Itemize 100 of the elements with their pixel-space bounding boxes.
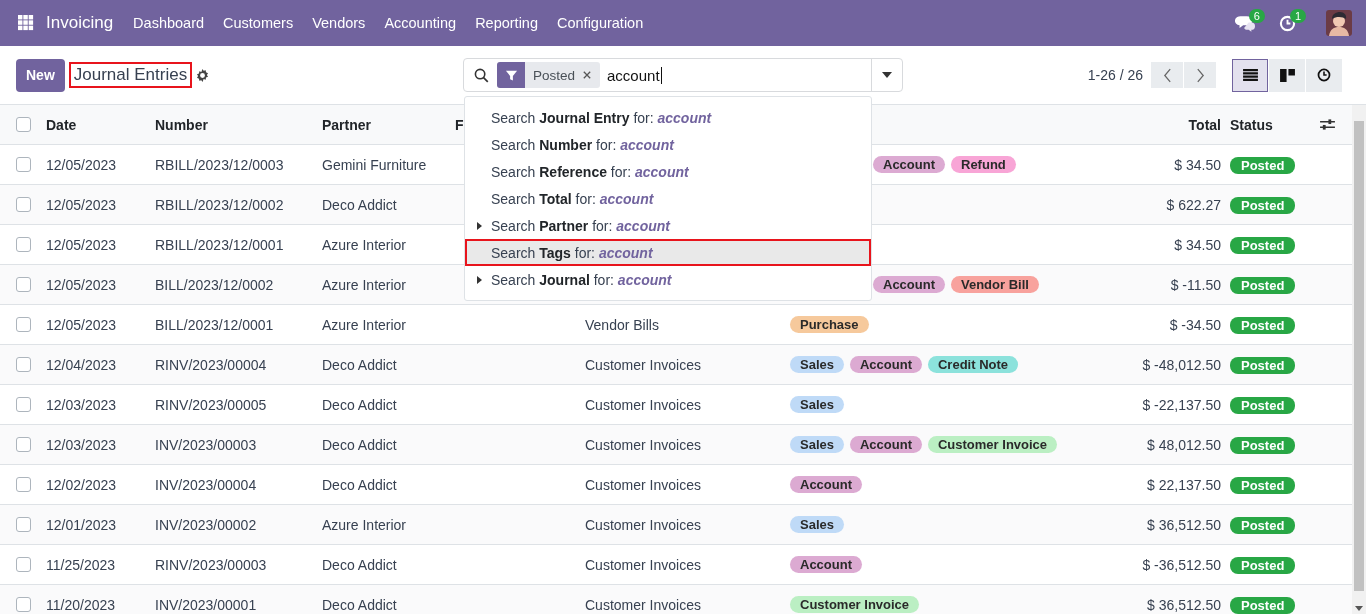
table-cell-text: RINV/2023/00004 <box>155 356 268 373</box>
app-grid-icon[interactable] <box>18 15 34 31</box>
kanban-icon <box>1279 68 1295 82</box>
app-name[interactable]: Invoicing <box>46 13 114 33</box>
status-badge: Posted <box>1230 276 1296 294</box>
table-cell-text: $ -11.50 <box>1169 276 1221 293</box>
table-cell-text: Gemini Furniture <box>322 156 428 173</box>
select-all-checkbox[interactable] <box>15 117 31 132</box>
tag: Customer Invoice <box>928 436 1058 453</box>
expand-icon[interactable] <box>476 275 482 284</box>
search-option[interactable]: Search Journal Entry for: account <box>465 104 871 131</box>
previous-button[interactable] <box>1151 62 1183 88</box>
view-button[interactable] <box>1232 58 1268 92</box>
clock-icon[interactable] <box>1278 14 1296 32</box>
row-checkbox[interactable] <box>15 277 31 292</box>
tag: Account <box>790 556 862 573</box>
search-option[interactable]: Search Number for: account <box>465 131 871 158</box>
row-checkbox[interactable] <box>15 357 31 372</box>
menu-item[interactable]: Vendors <box>312 15 366 31</box>
row-checkbox[interactable] <box>15 237 31 252</box>
table-cell-text: $ -22,137.50 <box>1141 396 1221 413</box>
tag: Account <box>873 156 945 173</box>
row-checkbox[interactable] <box>15 437 31 452</box>
table-cell-text: Azure Interior <box>322 516 408 533</box>
clock-icon <box>1317 68 1331 82</box>
tag: Sales <box>790 356 844 373</box>
status-badge: Posted <box>1230 356 1296 374</box>
scrollbar[interactable] <box>1352 105 1366 614</box>
status-badge: Posted <box>1230 196 1296 214</box>
table-cell-text: Customer Invoices <box>585 436 702 453</box>
table-cell-text: INV/2023/00001 <box>155 596 258 613</box>
chat-icon[interactable] <box>1234 14 1255 32</box>
row-checkbox[interactable] <box>15 157 31 172</box>
sliders-icon[interactable] <box>1320 118 1335 131</box>
status-badge: Posted <box>1230 236 1296 254</box>
status-badge: Posted <box>1230 436 1296 454</box>
facet-label: Posted <box>532 67 577 83</box>
new-button[interactable]: New <box>16 58 65 92</box>
settings-icon[interactable] <box>196 68 210 82</box>
row-checkbox[interactable] <box>15 317 31 332</box>
row-checkbox[interactable] <box>15 197 31 212</box>
search-option[interactable]: Search Partner for: account <box>465 212 871 239</box>
table-cell-text: INV/2023/00002 <box>155 516 258 533</box>
search-field[interactable]: Posted account <box>463 58 903 92</box>
table-cell-text: 12/05/2023 <box>46 276 118 293</box>
table-cell-text: RBILL/2023/12/0002 <box>155 196 285 213</box>
table-cell-text: Deco Addict <box>322 396 398 413</box>
search-option[interactable]: Search Journal for: account <box>465 266 871 293</box>
view-button[interactable] <box>1269 58 1305 92</box>
search-option[interactable]: Search Reference for: account <box>465 158 871 185</box>
status-badge: Posted <box>1230 596 1296 614</box>
table-cell-text: $ 48,012.50 <box>1146 436 1221 453</box>
next-button[interactable] <box>1184 62 1216 88</box>
column-header[interactable]: Status <box>1221 116 1320 133</box>
row-checkbox[interactable] <box>15 597 31 612</box>
search-option[interactable]: Search Total for: account <box>465 185 871 212</box>
table-cell-text: $ -36,512.50 <box>1141 556 1221 573</box>
tag: Account <box>790 476 862 493</box>
menu-item[interactable]: Customers <box>223 15 294 31</box>
tag: Sales <box>790 516 844 533</box>
table-cell-text: $ -48,012.50 <box>1141 356 1221 373</box>
row-checkbox[interactable] <box>15 517 31 532</box>
tag: Sales <box>790 436 844 453</box>
view-button[interactable] <box>1306 58 1342 92</box>
expand-icon[interactable] <box>476 221 482 230</box>
column-header[interactable]: Total <box>1100 116 1221 133</box>
table-cell-text: Deco Addict <box>322 476 398 493</box>
table-cell-text: Vendor Bills <box>585 316 660 333</box>
table-cell-text: Deco Addict <box>322 596 398 613</box>
tag: Vendor Bill <box>951 276 1039 293</box>
table-cell-text: $ 36,512.50 <box>1146 516 1221 533</box>
filter-facet[interactable]: Posted <box>497 62 601 88</box>
status-badge: Posted <box>1230 556 1296 574</box>
table-cell-text: BILL/2023/12/0002 <box>155 276 275 293</box>
menu-item[interactable]: Accounting <box>384 15 457 31</box>
close-icon[interactable] <box>583 71 592 79</box>
chevron-left-icon <box>1162 67 1172 83</box>
table-cell-text: $ 22,137.50 <box>1146 476 1221 493</box>
menu-item[interactable]: Configuration <box>557 15 644 31</box>
table-cell-text: 12/05/2023 <box>46 156 118 173</box>
column-header[interactable]: Number <box>155 116 322 133</box>
column-header[interactable]: F <box>455 116 464 133</box>
column-header[interactable]: Date <box>46 116 155 133</box>
notification-badge: 1 <box>1289 9 1306 23</box>
table-cell-text: RBILL/2023/12/0001 <box>155 236 285 253</box>
pager-value[interactable]: 1-26 / 26 <box>1087 67 1143 83</box>
avatar[interactable] <box>1326 10 1352 36</box>
column-header[interactable]: Partner <box>322 116 455 133</box>
page-title: Journal Entries <box>68 62 193 88</box>
menu-item[interactable]: Dashboard <box>133 15 205 31</box>
row-checkbox[interactable] <box>15 557 31 572</box>
scroll-down-icon[interactable] <box>1355 606 1363 611</box>
menu-item[interactable]: Reporting <box>475 15 538 31</box>
search-option[interactable]: Search Tags for: account <box>465 239 871 266</box>
tag: Purchase <box>790 316 869 333</box>
table-cell-text: INV/2023/00003 <box>155 436 258 453</box>
table-cell-text: Deco Addict <box>322 356 398 373</box>
table-cell-text: 12/02/2023 <box>46 476 118 493</box>
row-checkbox[interactable] <box>15 477 31 492</box>
row-checkbox[interactable] <box>15 397 31 412</box>
